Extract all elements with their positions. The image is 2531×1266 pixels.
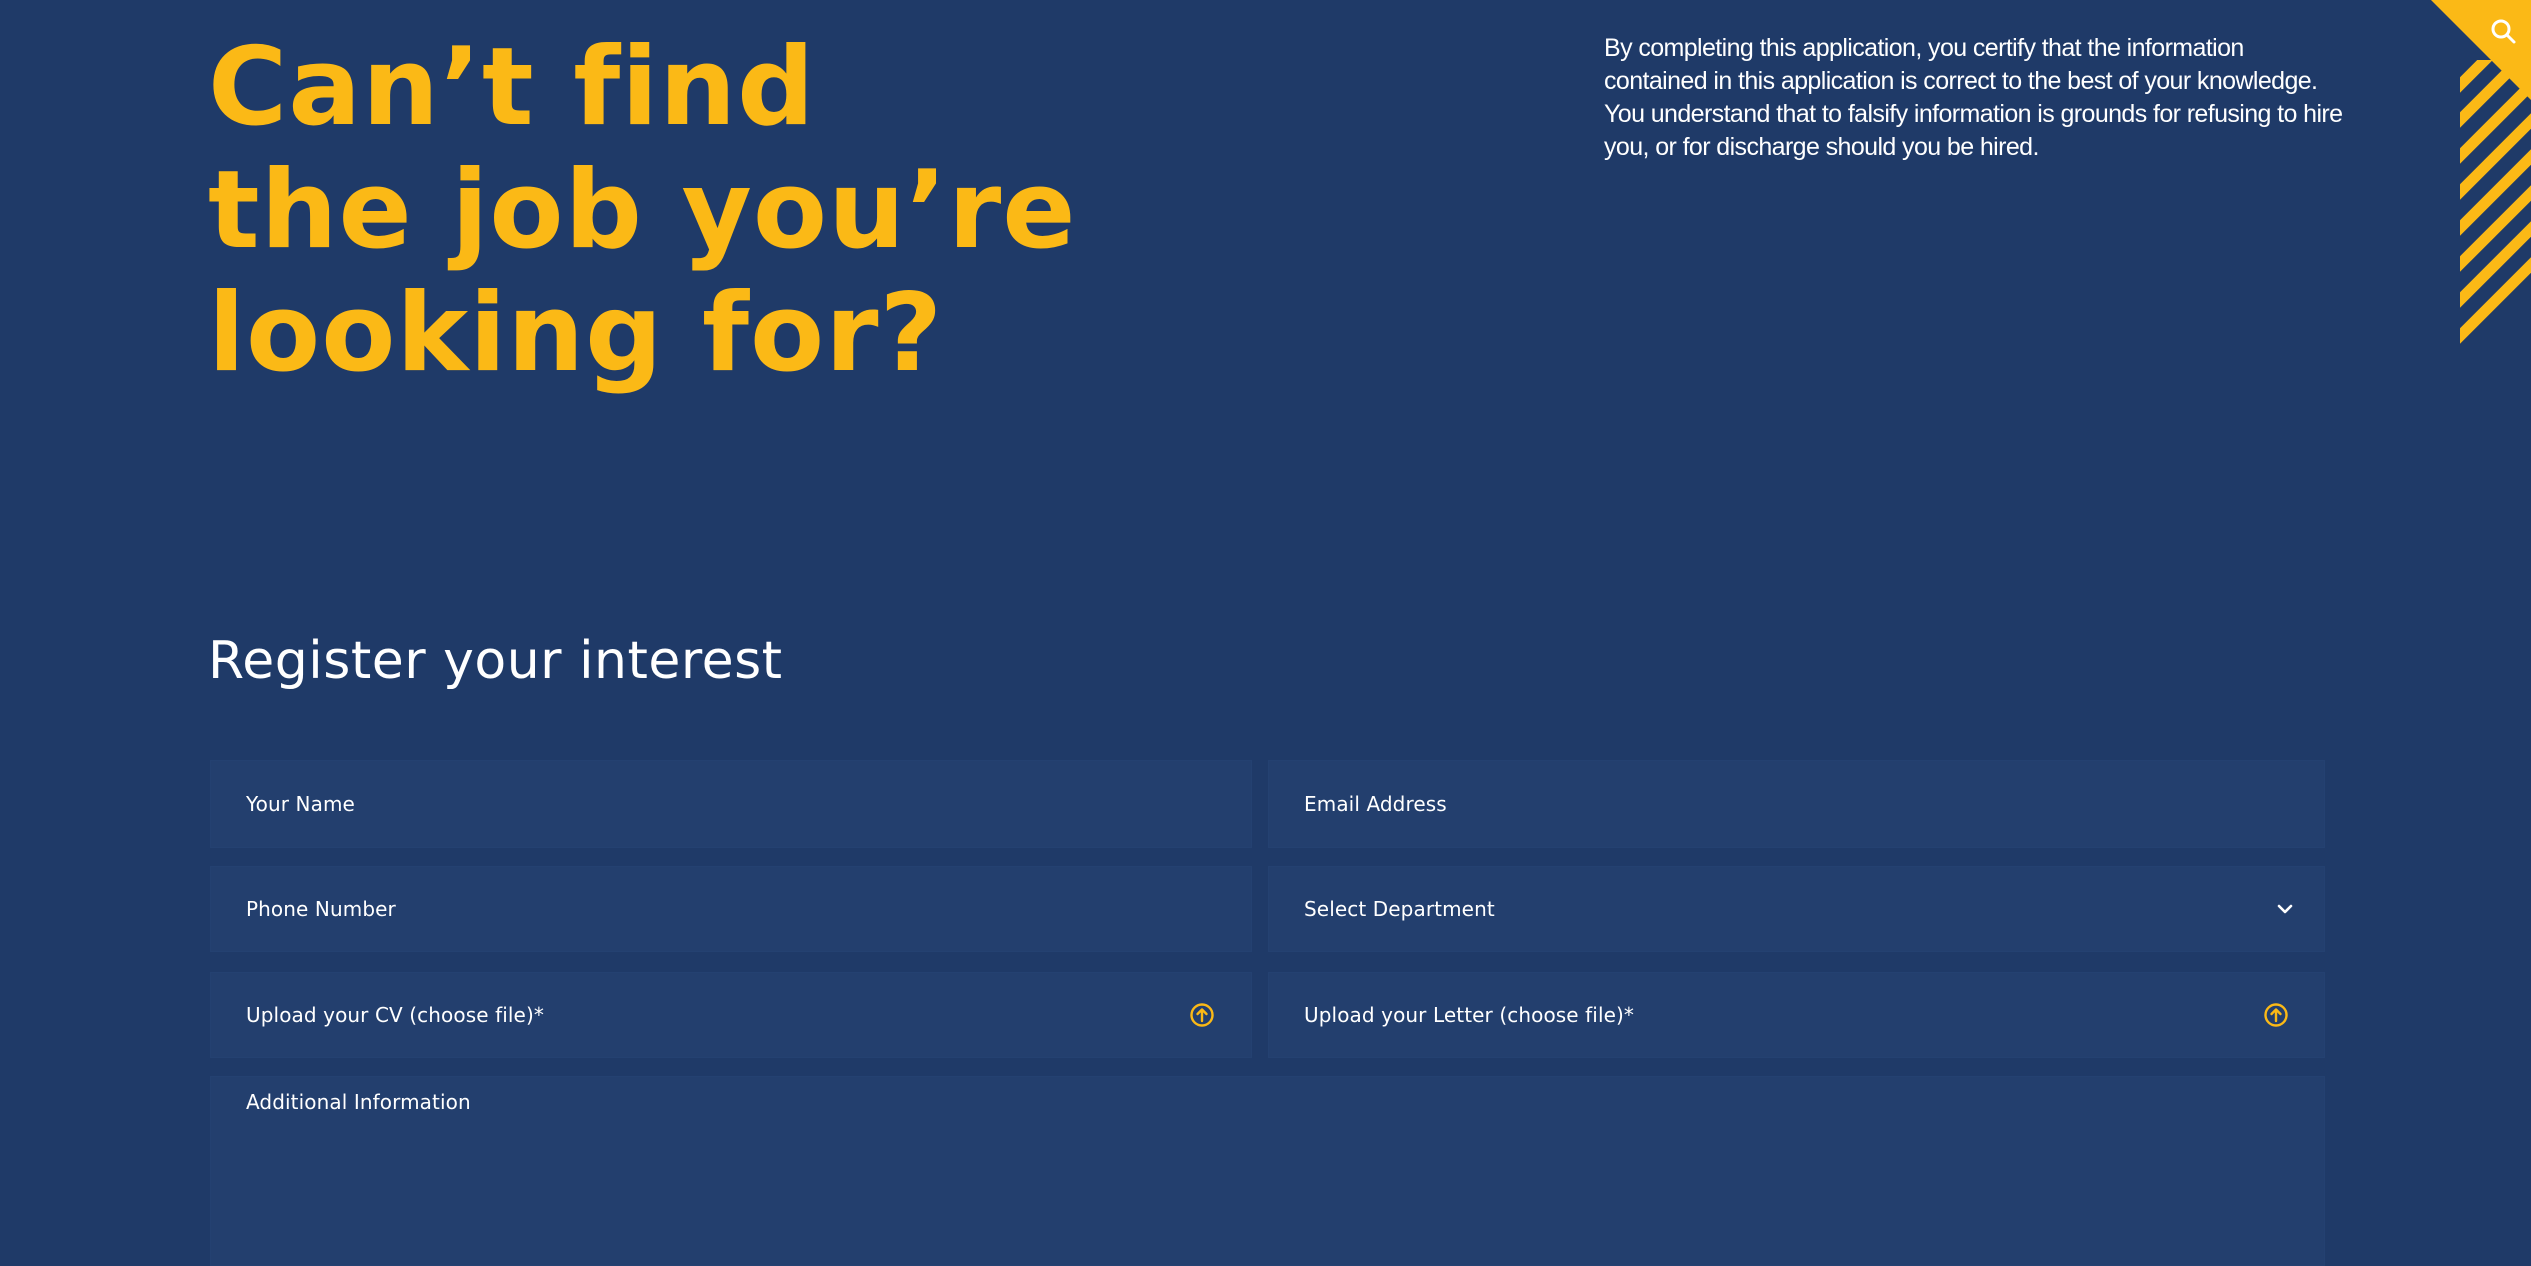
cv-upload-label: Upload your CV (choose file)*: [246, 1003, 544, 1027]
name-field[interactable]: Your Name: [210, 760, 1252, 848]
search-button[interactable]: [2431, 0, 2531, 100]
hero-headline: Can’t find the job you’re looking for?: [208, 26, 1077, 395]
headline-line-1: Can’t find: [208, 25, 816, 150]
department-selected-value: Select Department: [1304, 897, 1495, 921]
additional-information-placeholder: Additional Information: [246, 1090, 471, 1114]
headline-line-3: looking for?: [208, 271, 944, 396]
letter-upload-label: Upload your Letter (choose file)*: [1304, 1003, 1635, 1027]
phone-field[interactable]: Phone Number: [210, 866, 1252, 952]
upload-icon[interactable]: [2263, 1002, 2289, 1028]
headline-line-2: the job you’re: [208, 148, 1077, 273]
additional-information-textarea[interactable]: Additional Information: [210, 1076, 2325, 1266]
upload-icon[interactable]: [1189, 1002, 1215, 1028]
letter-upload-field[interactable]: Upload your Letter (choose file)*: [1268, 972, 2325, 1058]
application-disclaimer: By completing this application, you cert…: [1604, 34, 2343, 161]
email-field[interactable]: Email Address: [1268, 760, 2325, 848]
corner-decoration: [2400, 0, 2531, 360]
email-placeholder: Email Address: [1304, 792, 1447, 816]
form-title: Register your interest: [208, 631, 783, 691]
chevron-down-icon: [2277, 904, 2293, 914]
phone-placeholder: Phone Number: [246, 897, 396, 921]
name-placeholder: Your Name: [246, 792, 355, 816]
cv-upload-field[interactable]: Upload your CV (choose file)*: [210, 972, 1252, 1058]
search-icon: [2491, 19, 2516, 44]
department-select[interactable]: Select Department: [1268, 866, 2325, 952]
